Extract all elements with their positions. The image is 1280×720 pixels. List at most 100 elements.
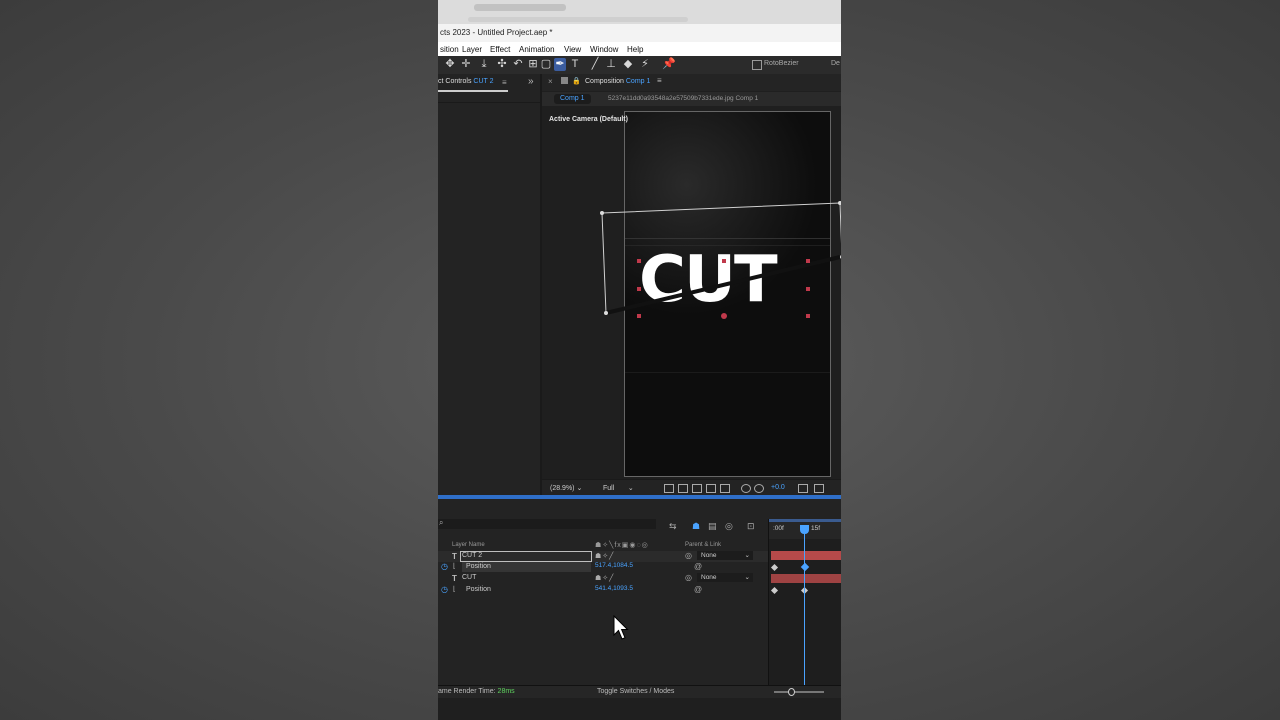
menu-composition[interactable]: sition xyxy=(440,45,459,54)
color-management-icon[interactable] xyxy=(754,484,764,493)
move-tool-icon[interactable]: ✛ xyxy=(460,58,472,71)
layer-name[interactable]: CUT 2 xyxy=(462,552,482,559)
layer-bar-cut[interactable] xyxy=(771,574,841,583)
crumb-comp-1[interactable]: Comp 1 xyxy=(554,94,591,104)
mask-path-overlay xyxy=(600,201,841,319)
menu-layer[interactable]: Layer xyxy=(462,45,482,54)
pen-tool-icon[interactable]: ✒ xyxy=(554,58,566,71)
rotobezier-checkbox[interactable] xyxy=(752,60,762,70)
frame-blending-icon[interactable]: ▤ xyxy=(708,521,717,532)
blurred-taskbar xyxy=(438,0,841,24)
close-icon[interactable]: × xyxy=(548,77,553,86)
panel-menu-icon[interactable]: ≡ xyxy=(657,76,662,85)
rotobezier-label: RotoBezier xyxy=(764,60,799,67)
menu-help[interactable]: Help xyxy=(627,45,643,54)
keyframe[interactable] xyxy=(770,586,779,595)
composition-panel: × 🔒 Composition Comp 1 ≡ Comp 1 5237e11d… xyxy=(542,74,841,496)
layer-row-cut[interactable]: T CUT ☗✧╱ ◎ None ⌄ xyxy=(438,573,768,584)
comp-mini-flowchart-icon[interactable]: ⇆ xyxy=(669,521,677,532)
resolution-dropdown[interactable]: Full ⌄ xyxy=(603,484,634,492)
render-time-label: ame Render Time: xyxy=(438,688,496,695)
tab-underline xyxy=(438,90,508,92)
viewer-footer: (28.9%) ⌄ Full ⌄ +0.0 xyxy=(542,479,841,496)
snapshot-icon[interactable] xyxy=(798,484,808,493)
layer-search-input[interactable]: ⌕ xyxy=(438,518,656,529)
search-icon: ⌕ xyxy=(439,518,444,527)
menu-animation[interactable]: Animation xyxy=(519,45,555,54)
lock-icon[interactable] xyxy=(561,77,568,84)
roto-brush-icon[interactable]: ⚡ xyxy=(639,58,651,71)
graph-icon[interactable]: ⌊ xyxy=(453,585,456,593)
menu-bar: sition Layer Effect Animation View Windo… xyxy=(438,42,841,56)
clone-stamp-icon[interactable]: ⊥ xyxy=(605,58,617,71)
stopwatch-icon[interactable]: ◷ xyxy=(441,585,448,594)
hand-tool-icon[interactable]: ✥ xyxy=(444,58,456,71)
channel-icon[interactable] xyxy=(741,484,751,493)
layer-switches[interactable]: ☗✧╱ xyxy=(595,574,614,582)
panel-menu-icon[interactable]: ≡ xyxy=(502,78,507,87)
position-value[interactable]: 541.4,1093.5 xyxy=(595,585,633,592)
motion-blur-icon[interactable]: ◎ xyxy=(725,521,733,532)
rotate-tool-icon[interactable]: ↶ xyxy=(512,58,524,71)
puppet-pin-icon[interactable]: 📌 xyxy=(662,58,676,71)
exposure-value[interactable]: +0.0 xyxy=(771,484,785,491)
magnification-dropdown[interactable]: (28.9%) ⌄ xyxy=(550,484,582,492)
chevron-down-icon: ⌄ xyxy=(744,574,750,581)
stopwatch-icon[interactable]: ◷ xyxy=(441,562,448,571)
pick-whip-icon[interactable]: ◎ xyxy=(685,573,692,582)
expression-pick-whip-icon[interactable]: @ xyxy=(694,585,702,594)
effect-controls-tab[interactable]: ct Controls CUT 2 xyxy=(438,78,494,85)
shy-layers-icon[interactable]: ☗ xyxy=(692,521,700,532)
toggle-switches-modes[interactable]: Toggle Switches / Modes xyxy=(597,688,674,695)
pick-whip-icon[interactable]: ◎ xyxy=(685,551,692,560)
brush-tool-icon[interactable]: ╱ xyxy=(589,58,601,71)
timeline-zoom-slider[interactable] xyxy=(774,691,824,693)
timeline-status-bar: ame Render Time: 28ms Toggle Switches / … xyxy=(438,685,841,698)
layer-bar-cut-2[interactable] xyxy=(771,551,841,560)
menu-effect[interactable]: Effect xyxy=(490,45,510,54)
resolution-value: Full xyxy=(603,485,615,492)
timeline-zoom-knob[interactable] xyxy=(788,688,795,696)
graph-icon[interactable]: ⌊ xyxy=(453,562,456,570)
timeline-track-area[interactable]: :00f 15f xyxy=(768,519,841,685)
layer-row-cut-2[interactable]: T CUT 2 ☗✧╱ ◎ None ⌄ xyxy=(438,551,768,562)
mask-visibility-icon[interactable] xyxy=(692,484,702,493)
menu-window[interactable]: Window xyxy=(590,45,618,54)
work-area-bar[interactable] xyxy=(769,519,841,522)
keyframe-selected[interactable] xyxy=(800,562,810,572)
orbit-tool-icon[interactable]: ✣ xyxy=(496,58,508,71)
keyframe[interactable] xyxy=(770,563,779,572)
transparency-grid-icon[interactable] xyxy=(678,484,688,493)
magnification-value: (28.9%) xyxy=(550,485,575,492)
composition-viewer[interactable]: CUT Active Camera (Default) xyxy=(542,107,841,479)
parent-link-column[interactable]: Parent & Link xyxy=(685,542,721,548)
composition-tab[interactable]: Composition Comp 1 xyxy=(585,78,650,85)
parent-dropdown[interactable]: None ⌄ xyxy=(697,573,753,582)
type-tool-icon[interactable]: T xyxy=(569,58,581,71)
crumb-source-path[interactable]: 5237e11dd0a93548a2e57509b7331ede.jpg Com… xyxy=(608,95,758,102)
pan-behind-icon[interactable]: ⤓ xyxy=(478,58,490,71)
menu-view[interactable]: View xyxy=(564,45,581,54)
safe-margins-icon[interactable] xyxy=(706,484,716,493)
current-time-indicator-head[interactable] xyxy=(800,525,809,534)
mouse-cursor-icon xyxy=(613,615,629,640)
show-snapshot-icon[interactable] xyxy=(814,484,824,493)
region-of-interest-icon[interactable] xyxy=(664,484,674,493)
layer-name[interactable]: CUT xyxy=(462,574,476,581)
after-effects-window: cts 2023 - Untitled Project.aep * sition… xyxy=(438,0,841,720)
panel-overflow-icon[interactable]: » xyxy=(528,76,534,87)
parent-dropdown[interactable]: None ⌄ xyxy=(697,551,753,560)
position-value[interactable]: 517.4,1084.5 xyxy=(595,562,633,569)
layer-name-column[interactable]: Layer Name xyxy=(452,542,485,548)
layer-switches[interactable]: ☗✧╱ xyxy=(595,552,614,560)
current-time-indicator[interactable] xyxy=(804,525,805,685)
property-row-position[interactable]: ◷ ⌊ Position 517.4,1084.5 @ xyxy=(438,562,768,573)
graph-editor-icon[interactable]: ⊡ xyxy=(747,521,755,532)
rectangle-tool-icon[interactable]: ▢ xyxy=(540,58,552,71)
anchor-tool-icon[interactable]: ⊞ xyxy=(527,58,539,71)
expression-pick-whip-icon[interactable]: @ xyxy=(694,562,702,571)
grid-icon[interactable] xyxy=(720,484,730,493)
composition-icon: 🔒 xyxy=(572,78,581,85)
eraser-tool-icon[interactable]: ◆ xyxy=(622,58,634,71)
property-row-position[interactable]: ◷ ⌊ Position 541.4,1093.5 @ xyxy=(438,585,768,596)
